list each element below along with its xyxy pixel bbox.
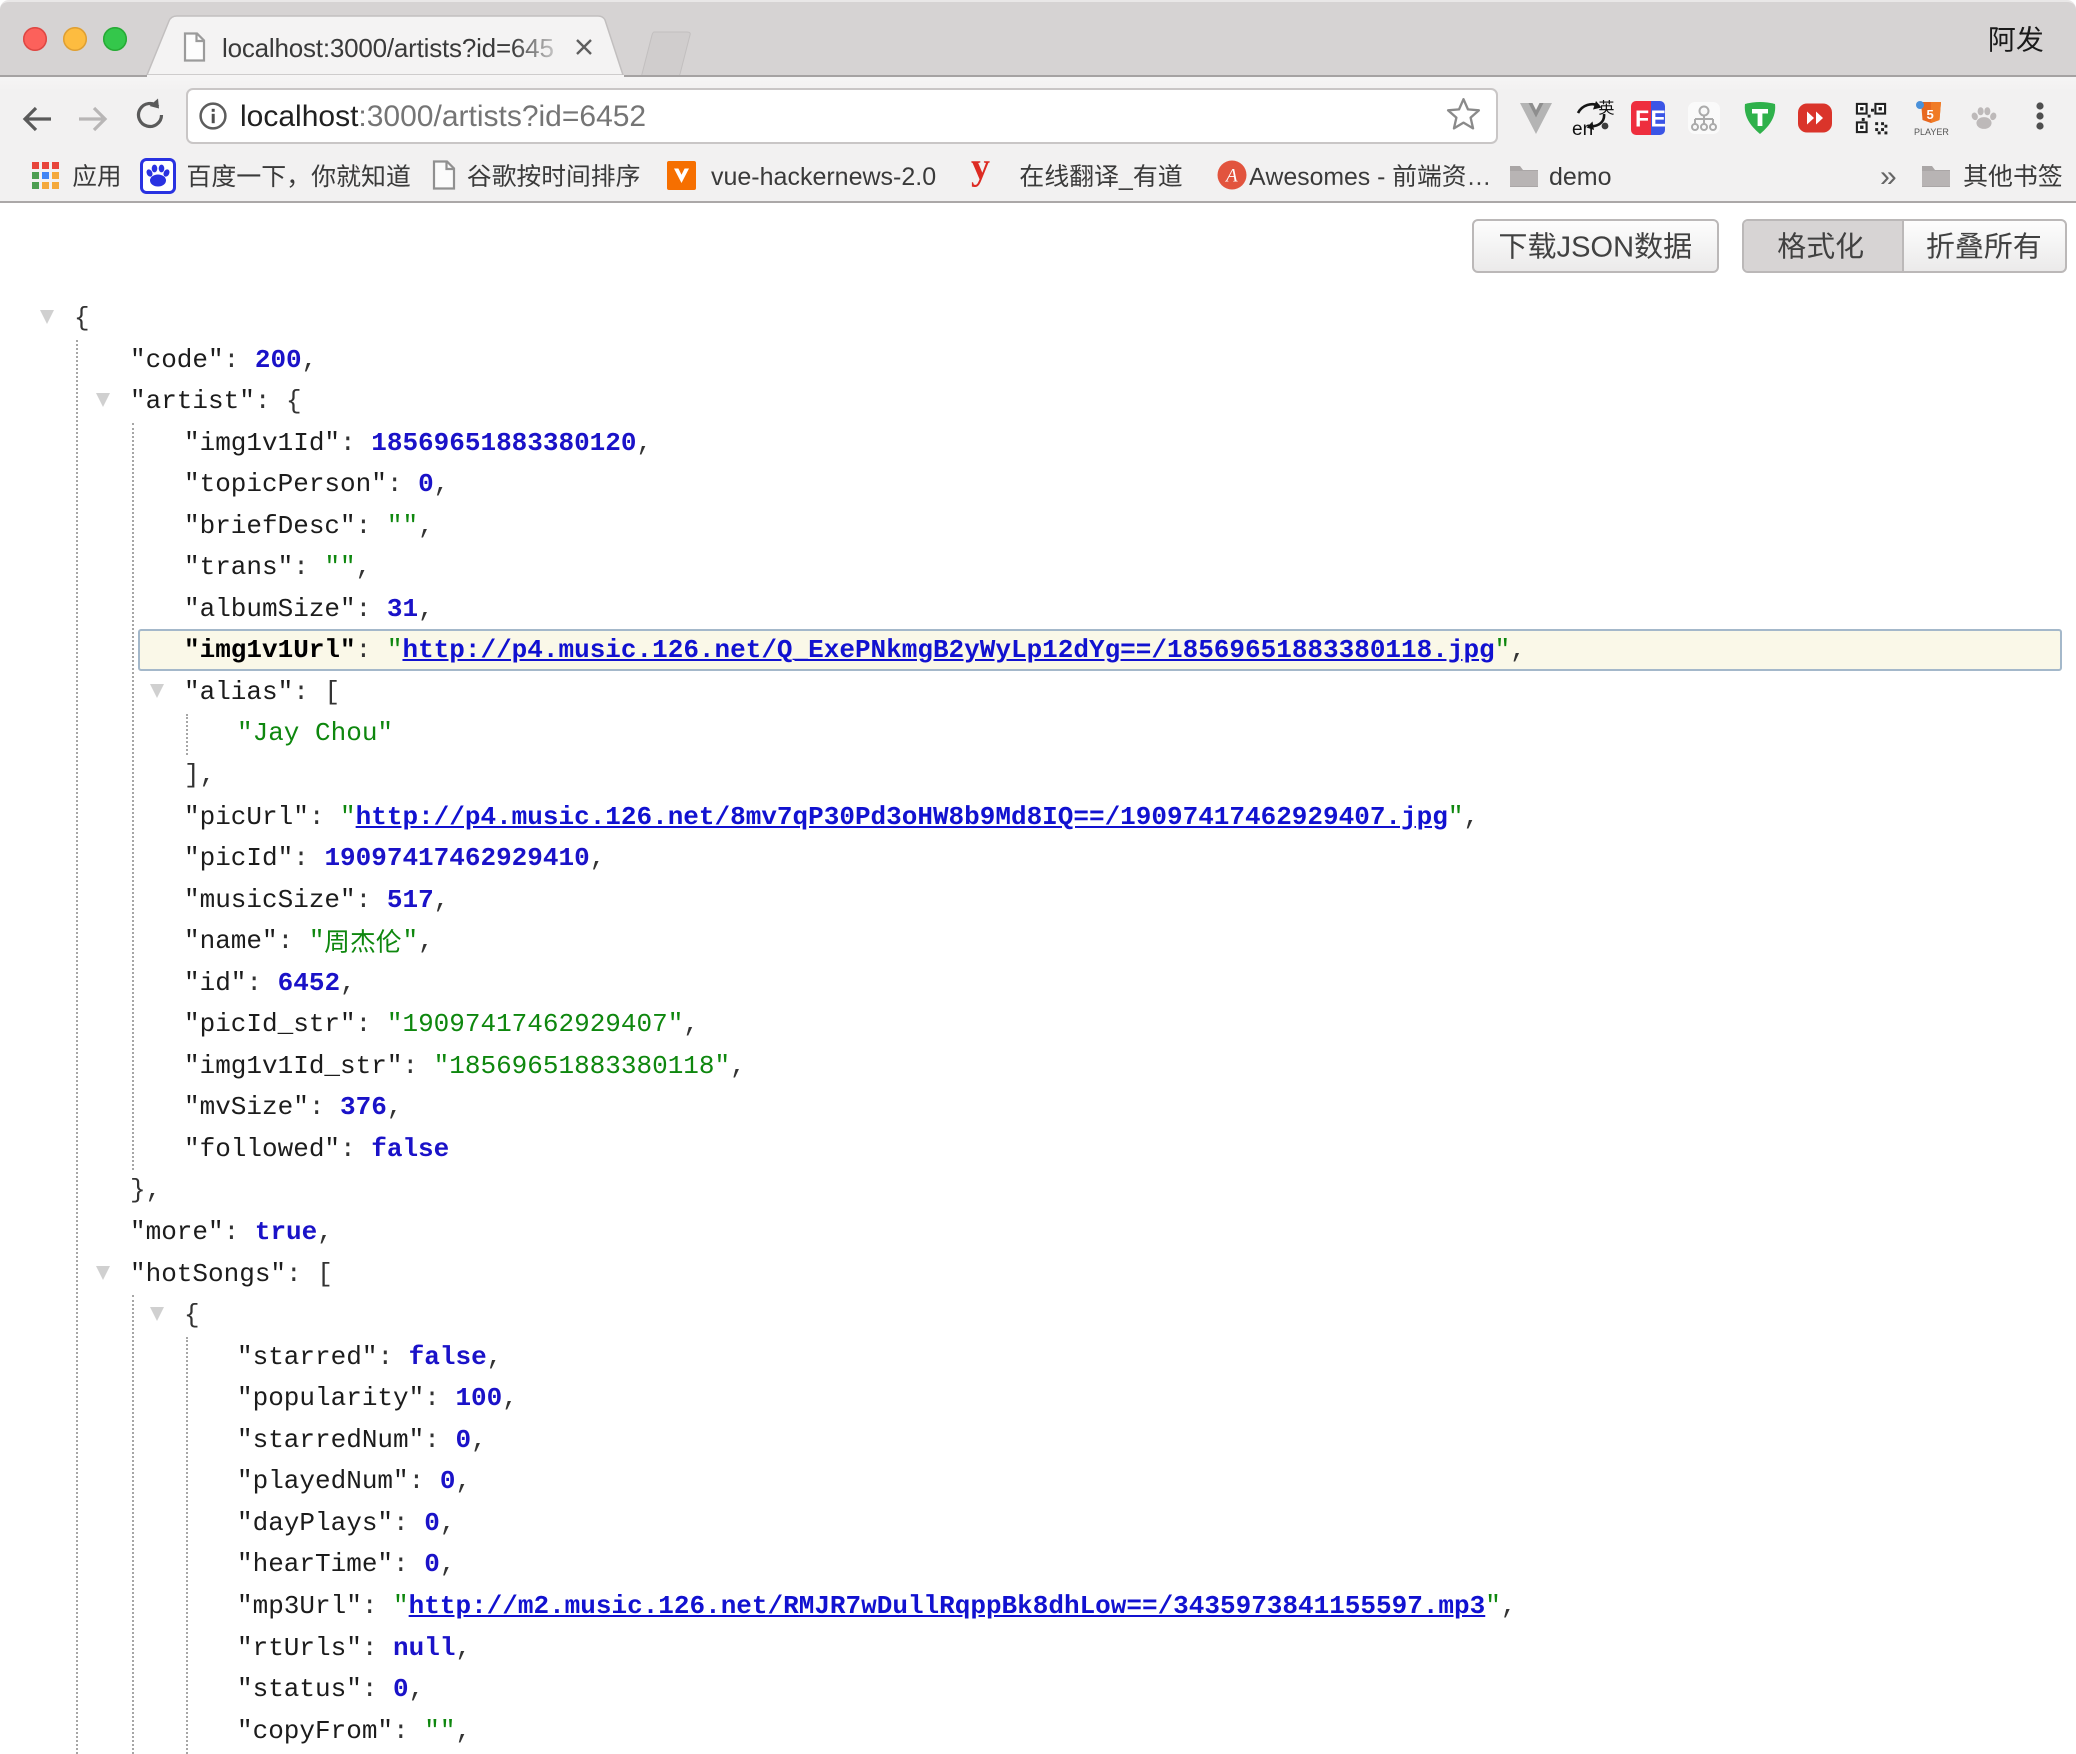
svg-text:PLAYER: PLAYER [1914, 127, 1949, 137]
svg-text:E: E [1651, 106, 1666, 132]
svg-text:5: 5 [1927, 107, 1934, 122]
svg-text:F: F [1635, 106, 1649, 132]
svg-text:A: A [1224, 166, 1238, 187]
